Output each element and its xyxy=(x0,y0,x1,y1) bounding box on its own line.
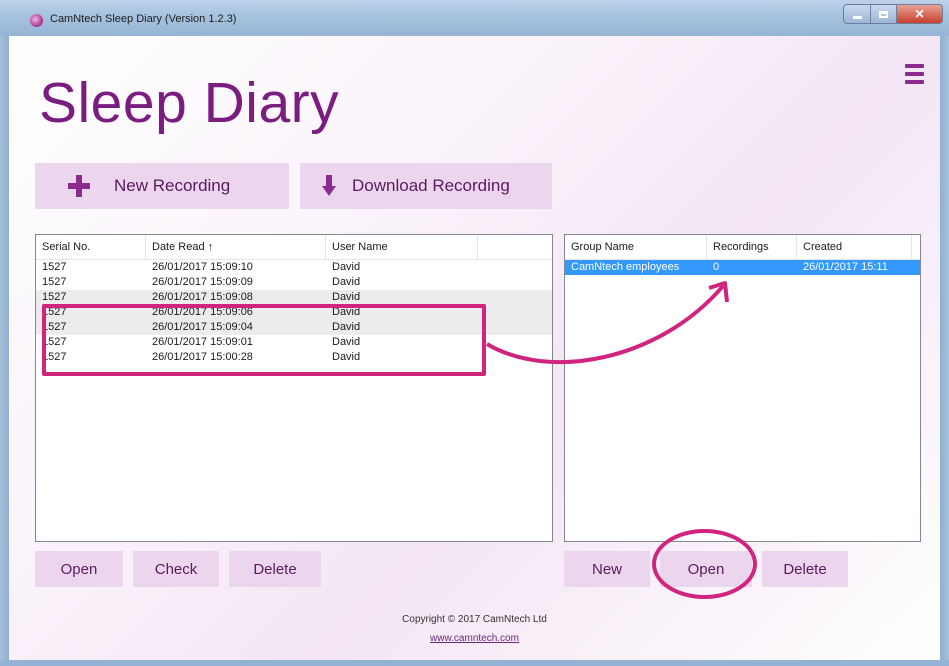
delete-recording-button[interactable]: Delete xyxy=(229,551,321,587)
close-icon: ✕ xyxy=(914,7,925,21)
maximize-icon xyxy=(879,10,888,18)
date-cell: 26/01/2017 15:09:08 xyxy=(152,291,253,303)
column-recordings[interactable]: Recordings xyxy=(707,235,797,259)
plus-icon xyxy=(68,175,90,197)
column-user-name[interactable]: User Name xyxy=(326,235,478,259)
serial-cell: 1527 xyxy=(42,351,67,363)
user-cell: David xyxy=(332,321,361,333)
serial-cell: 1527 xyxy=(42,321,67,333)
hamburger-menu-icon[interactable] xyxy=(905,64,924,88)
serial-cell: 1527 xyxy=(42,291,67,303)
date-cell: 26/01/2017 15:00:28 xyxy=(152,351,253,363)
delete-group-button[interactable]: Delete xyxy=(762,551,848,587)
new-group-button[interactable]: New xyxy=(564,551,650,587)
user-cell: David xyxy=(332,276,361,288)
date-cell: 26/01/2017 15:09:10 xyxy=(152,261,253,273)
user-cell: David xyxy=(332,336,361,348)
recording-row[interactable]: 1527 26/01/2017 15:09:09 David xyxy=(36,275,552,290)
column-group-name[interactable]: Group Name xyxy=(565,235,707,259)
app-heading: Sleep Diary xyxy=(39,71,340,135)
app-icon xyxy=(30,14,43,27)
website-link[interactable]: www.camntech.com xyxy=(430,633,519,644)
column-serial-no[interactable]: Serial No. xyxy=(36,235,146,259)
groups-list[interactable]: Group Name Recordings Created CamNtech e… xyxy=(564,234,921,542)
window-frame-left xyxy=(0,36,9,666)
window-title: CamNtech Sleep Diary (Version 1.2.3) xyxy=(50,13,237,25)
date-cell: 26/01/2017 15:09:04 xyxy=(152,321,253,333)
groups-header: Group Name Recordings Created xyxy=(565,235,920,260)
user-cell: David xyxy=(332,261,361,273)
column-date-read[interactable]: Date Read ↑ xyxy=(146,235,326,259)
date-cell: 26/01/2017 15:09:01 xyxy=(152,336,253,348)
minimize-button[interactable] xyxy=(843,4,871,24)
column-spacer xyxy=(478,235,552,259)
website-link-wrap: www.camntech.com xyxy=(9,633,940,644)
maximize-button[interactable] xyxy=(871,4,897,24)
close-button[interactable]: ✕ xyxy=(897,4,943,24)
group-row[interactable]: CamNtech employees 0 26/01/2017 15:11 xyxy=(565,260,920,275)
user-cell: David xyxy=(332,351,361,363)
recording-row[interactable]: 1527 26/01/2017 15:00:28 David xyxy=(36,350,552,365)
open-group-button[interactable]: Open xyxy=(660,551,752,587)
window-frame-right xyxy=(940,36,949,666)
recording-row[interactable]: 1527 26/01/2017 15:09:01 David xyxy=(36,335,552,350)
user-cell: David xyxy=(332,306,361,318)
title-bar[interactable]: CamNtech Sleep Diary (Version 1.2.3) ✕ xyxy=(0,0,949,36)
app-window: CamNtech Sleep Diary (Version 1.2.3) ✕ S… xyxy=(0,0,949,666)
group-created-cell: 26/01/2017 15:11 xyxy=(803,261,888,273)
serial-cell: 1527 xyxy=(42,306,67,318)
check-recording-button[interactable]: Check xyxy=(133,551,219,587)
window-controls: ✕ xyxy=(843,4,943,24)
recording-row[interactable]: 1527 26/01/2017 15:09:10 David xyxy=(36,260,552,275)
date-cell: 26/01/2017 15:09:06 xyxy=(152,306,253,318)
column-spacer xyxy=(912,235,920,259)
new-recording-button[interactable]: New Recording xyxy=(35,163,289,209)
new-recording-label: New Recording xyxy=(114,176,231,195)
recordings-list[interactable]: Serial No. Date Read ↑ User Name 1527 26… xyxy=(35,234,553,542)
client-area: Sleep Diary New Recording Download Recor… xyxy=(9,36,940,660)
group-recordings-cell: 0 xyxy=(713,261,720,273)
serial-cell: 1527 xyxy=(42,261,67,273)
recordings-header: Serial No. Date Read ↑ User Name xyxy=(36,235,552,260)
group-name-cell: CamNtech employees xyxy=(571,261,680,273)
recording-row[interactable]: 1527 26/01/2017 15:09:06 David xyxy=(36,305,552,320)
recording-row[interactable]: 1527 26/01/2017 15:09:04 David xyxy=(36,320,552,335)
copyright-text: Copyright © 2017 CamNtech Ltd xyxy=(402,614,547,625)
download-arrow-icon xyxy=(322,175,336,197)
menu-bar xyxy=(905,80,924,84)
user-cell: David xyxy=(332,291,361,303)
open-recording-button[interactable]: Open xyxy=(35,551,123,587)
minimize-icon xyxy=(852,15,862,19)
menu-bar xyxy=(905,64,924,68)
window-frame-bottom xyxy=(0,660,949,666)
date-cell: 26/01/2017 15:09:09 xyxy=(152,276,253,288)
column-created[interactable]: Created xyxy=(797,235,912,259)
serial-cell: 1527 xyxy=(42,276,67,288)
download-recording-label: Download Recording xyxy=(352,176,510,195)
menu-bar xyxy=(905,72,924,76)
download-recording-button[interactable]: Download Recording xyxy=(300,163,552,209)
recording-row[interactable]: 1527 26/01/2017 15:09:08 David xyxy=(36,290,552,305)
serial-cell: 1527 xyxy=(42,336,67,348)
